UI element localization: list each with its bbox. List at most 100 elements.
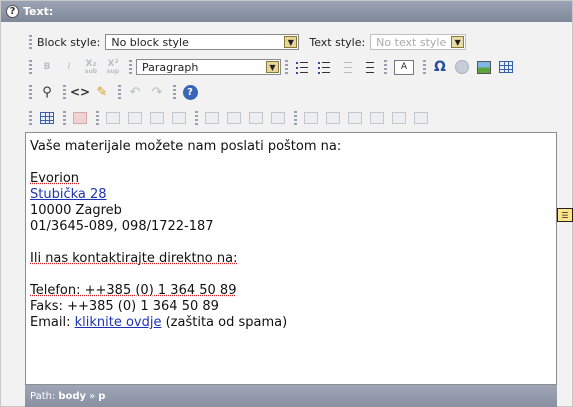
col-after-button[interactable] — [224, 108, 244, 128]
italic-button[interactable]: I — [59, 57, 79, 77]
table-col-tool-button[interactable] — [345, 108, 365, 128]
delete-col-button[interactable] — [246, 108, 266, 128]
split-cells-button[interactable] — [268, 108, 288, 128]
italic-icon: I — [67, 61, 71, 72]
table-extra2-icon — [392, 112, 406, 124]
redo-icon: ↷ — [151, 84, 163, 100]
superscript-caption: sup — [106, 67, 120, 75]
phones-line: 01/3645-089, 098/1722-187 — [30, 219, 214, 234]
chevron-down-icon[interactable]: ▼ — [266, 61, 279, 73]
indent-button[interactable] — [358, 57, 378, 77]
email-label: Email: — [30, 315, 75, 330]
cell-icon — [73, 112, 87, 124]
delete-row-icon — [172, 112, 186, 124]
text-style-select[interactable]: No text style ▼ — [370, 34, 467, 50]
toolbar-separator — [294, 111, 297, 125]
col-before-button[interactable] — [202, 108, 222, 128]
phone-line: Telefon: ++385 (0) 1 364 50 89 — [30, 283, 237, 298]
table-extra3-button[interactable] — [411, 108, 431, 128]
toolbar-grip[interactable] — [29, 85, 32, 99]
toolbar-grip[interactable] — [29, 35, 32, 49]
redo-button[interactable]: ↷ — [147, 82, 167, 102]
ordered-list-icon — [296, 61, 308, 74]
row-before-icon — [128, 112, 142, 124]
text-color-button[interactable]: A — [391, 57, 417, 77]
toolbar-separator — [173, 85, 176, 99]
toolbar-grip[interactable] — [29, 60, 32, 74]
merge-cells-icon — [304, 112, 318, 124]
col-before-icon — [205, 112, 219, 124]
path-segment-body[interactable]: body — [58, 391, 86, 402]
toolbar-row-table — [29, 107, 433, 129]
outdent-icon — [340, 61, 352, 73]
toolbar-separator — [118, 85, 121, 99]
help-icon[interactable]: ? — [6, 5, 19, 18]
toolbar-grip[interactable] — [29, 111, 32, 125]
subscript-caption: sub — [84, 67, 98, 75]
table-button[interactable] — [37, 108, 57, 128]
path-segment-p[interactable]: p — [98, 391, 105, 402]
row-after-icon — [150, 112, 164, 124]
table-row-tool-icon — [326, 112, 340, 124]
text-editor-panel: ? Text: Block style: No block style ▼ Te… — [0, 0, 573, 407]
insert-link-button[interactable] — [452, 57, 472, 77]
email-link[interactable]: kliknite ovdje — [75, 315, 162, 330]
undo-button[interactable]: ↶ — [125, 82, 145, 102]
code-icon: <> — [69, 85, 91, 99]
toolbar-separator — [285, 60, 288, 74]
text-style-value: No text style — [376, 35, 447, 49]
omega-icon: Ω — [434, 59, 446, 75]
toolbar-row-tools: ⚲ <> ✎ ↶ ↷ ? — [29, 81, 202, 103]
toolbar-separator — [129, 60, 132, 74]
cell-props-button[interactable] — [70, 108, 90, 128]
block-style-select[interactable]: No block style ▼ — [105, 34, 300, 50]
find-button[interactable]: ⚲ — [37, 82, 57, 102]
chevron-down-icon[interactable]: ▼ — [451, 36, 465, 48]
special-char-button[interactable]: Ω — [430, 57, 450, 77]
binoculars-icon: ⚲ — [42, 84, 52, 100]
table-extra-icon — [370, 112, 384, 124]
row-before-button[interactable] — [125, 108, 145, 128]
editor-content[interactable]: Vaše materijale možete nam poslati pošto… — [25, 132, 557, 385]
table-col-tool-icon — [348, 112, 362, 124]
format-select[interactable]: Paragraph ▼ — [136, 59, 281, 75]
insert-table-button[interactable] — [496, 57, 516, 77]
row-props-button[interactable] — [103, 108, 123, 128]
address-paragraph: Evorion Stubička 28 10000 Zagreb 01/3645… — [30, 171, 552, 235]
fax-line: Faks: ++385 (0) 1 364 50 89 — [30, 299, 219, 314]
context-menu-icon[interactable]: ☰ — [557, 208, 573, 222]
cleanup-button[interactable]: ✎ — [92, 82, 112, 102]
help-button[interactable]: ? — [180, 82, 200, 102]
contact-paragraph: Telefon: ++385 (0) 1 364 50 89 Faks: ++3… — [30, 283, 552, 331]
city-line: 10000 Zagreb — [30, 203, 122, 218]
split-cells-icon — [271, 112, 285, 124]
row-after-button[interactable] — [147, 108, 167, 128]
table-row-tool-button[interactable] — [323, 108, 343, 128]
chevron-down-icon[interactable]: ▼ — [284, 36, 298, 48]
unordered-list-button[interactable] — [314, 57, 334, 77]
source-button[interactable]: <> — [70, 82, 90, 102]
row-icon — [106, 112, 120, 124]
toolbar-separator — [423, 60, 426, 74]
toolbar-row-styles: Block style: No block style ▼ Text style… — [29, 31, 467, 53]
path-bar: Path: body » p — [25, 385, 557, 407]
help-circle-icon: ? — [182, 84, 198, 100]
path-label: Path: — [30, 390, 56, 402]
format-value: Paragraph — [142, 60, 199, 74]
subscript-button[interactable]: X₂ sub — [81, 57, 101, 77]
bold-icon: B — [43, 61, 51, 72]
table-extra2-button[interactable] — [389, 108, 409, 128]
ordered-list-button[interactable] — [292, 57, 312, 77]
image-icon — [477, 60, 491, 74]
delete-row-button[interactable] — [169, 108, 189, 128]
merge-cells-button[interactable] — [301, 108, 321, 128]
superscript-button[interactable]: X² sup — [103, 57, 123, 77]
outdent-button[interactable] — [336, 57, 356, 77]
unordered-list-icon — [318, 61, 330, 74]
table-extra-button[interactable] — [367, 108, 387, 128]
street-link[interactable]: Stubička 28 — [30, 187, 107, 202]
toolbar-separator — [96, 111, 99, 125]
block-style-value: No block style — [111, 35, 189, 49]
insert-image-button[interactable] — [474, 57, 494, 77]
bold-button[interactable]: B — [37, 57, 57, 77]
